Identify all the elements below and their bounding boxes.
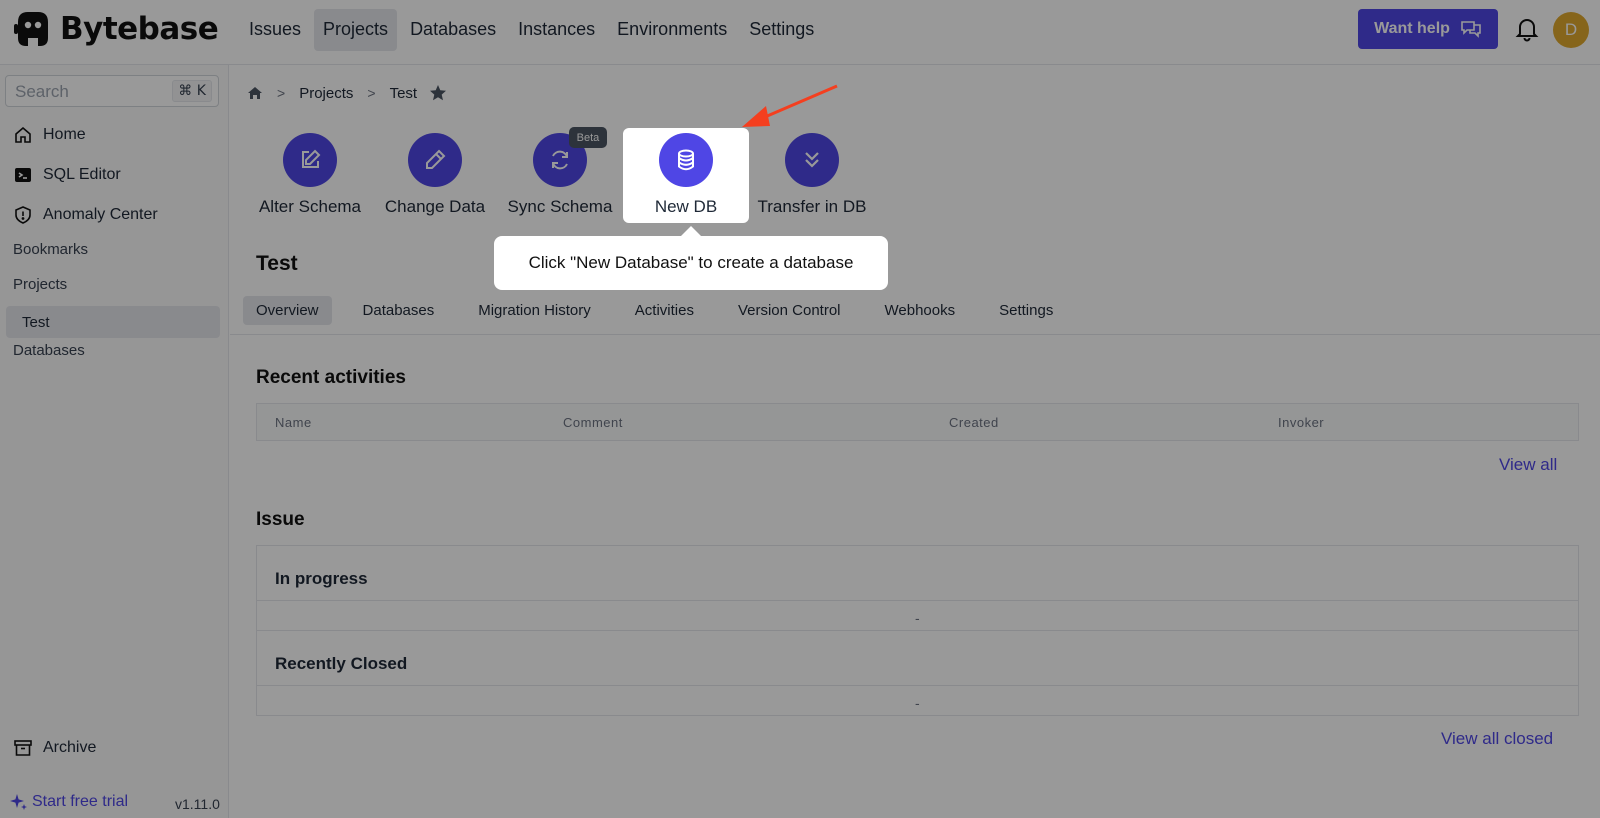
red-arrow-annotation bbox=[742, 84, 838, 127]
quick-action-new-db[interactable]: New DB bbox=[623, 128, 749, 223]
tour-tooltip: Click "New Database" to create a databas… bbox=[494, 236, 888, 290]
new-db-circle bbox=[659, 133, 713, 187]
database-icon bbox=[678, 149, 694, 171]
new-db-label: New DB bbox=[654, 197, 718, 216]
